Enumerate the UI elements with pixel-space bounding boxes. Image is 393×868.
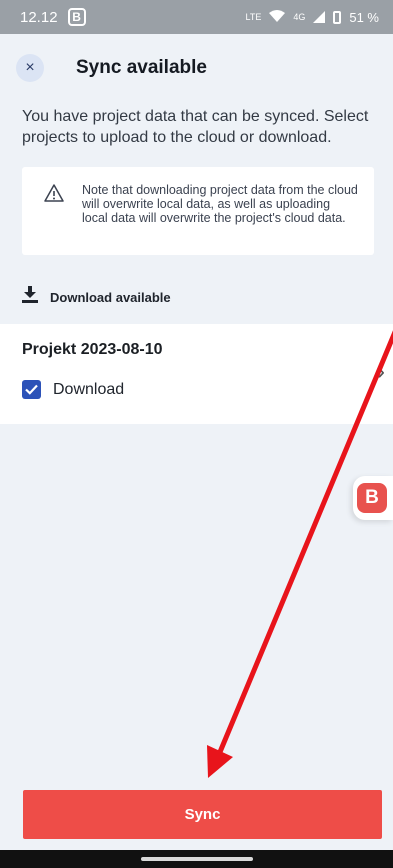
app-notification-icon: B [67, 8, 86, 26]
assistant-badge: B [357, 483, 387, 513]
page-title: Sync available [76, 57, 207, 78]
battery-percent: 51 % [349, 9, 379, 25]
close-button[interactable]: × [16, 54, 44, 82]
battery-icon [333, 10, 342, 24]
wifi-icon [269, 9, 286, 25]
signal-icon [313, 11, 326, 23]
network-type: LTE [245, 12, 262, 22]
status-left: 12.12 B [20, 8, 86, 26]
home-handle[interactable] [140, 857, 253, 861]
download-icon [22, 286, 38, 308]
warning-note: Note that downloading project data from … [22, 167, 374, 255]
project-name: Projekt 2023-08-10 [22, 341, 163, 358]
status-time: 12.12 [20, 8, 58, 26]
download-available-label: Download available [50, 289, 171, 305]
project-card[interactable]: Projekt 2023-08-10 Download › [0, 324, 393, 424]
check-icon [25, 384, 38, 395]
download-section-header: Download available [22, 286, 171, 308]
download-checkbox[interactable] [22, 380, 41, 399]
intro-text: You have project data that can be synced… [22, 108, 369, 146]
download-checkbox-row[interactable]: Download [22, 380, 124, 399]
network-label: 4G [293, 12, 306, 22]
chevron-right-icon[interactable]: › [377, 358, 385, 386]
arrow-head [207, 745, 233, 778]
sync-button[interactable]: Sync [23, 790, 382, 839]
navigation-bar [0, 850, 393, 868]
floating-assistant-button[interactable]: B [353, 476, 393, 520]
status-right: LTE 4G 51 % [245, 9, 379, 25]
header: × Sync available [0, 34, 393, 102]
status-bar: 12.12 B LTE 4G 51 % [0, 0, 393, 34]
note-text: Note that downloading project data from … [82, 183, 358, 225]
warning-icon [34, 183, 74, 255]
close-icon: × [25, 59, 35, 76]
download-checkbox-label: Download [53, 380, 125, 398]
